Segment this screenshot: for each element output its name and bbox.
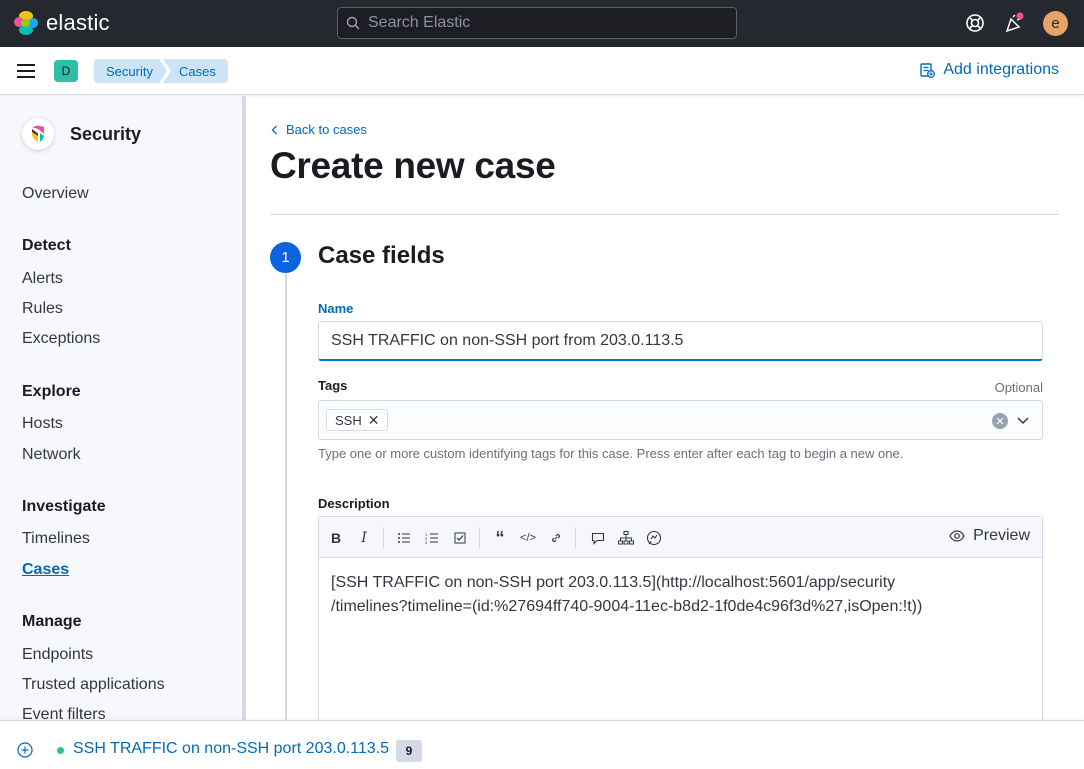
news-feed-icon[interactable] xyxy=(1004,12,1026,34)
sidebar-divider[interactable] xyxy=(242,96,246,720)
timeline-status-dot xyxy=(57,747,64,754)
security-logo-icon xyxy=(22,118,54,150)
insights-icon[interactable] xyxy=(645,529,663,547)
eye-icon xyxy=(949,530,965,542)
name-label: Name xyxy=(318,301,354,316)
top-header: elastic e xyxy=(0,0,1084,47)
link-icon[interactable] xyxy=(547,529,565,547)
preview-label: Preview xyxy=(973,527,1030,544)
step-number-badge: 1 xyxy=(270,242,301,273)
description-editor[interactable]: B I 123 “ </> Preview [SSH TRAFFIC on no… xyxy=(318,516,1043,726)
sidebar-item-hosts[interactable]: Hosts xyxy=(22,415,63,433)
side-navigation: Security Overview Detect Alerts Rules Ex… xyxy=(0,96,242,720)
sidebar-item-rules[interactable]: Rules xyxy=(22,300,63,318)
sidebar-item-exceptions[interactable]: Exceptions xyxy=(22,330,100,348)
preview-button[interactable]: Preview xyxy=(949,527,1030,545)
remove-tag-icon[interactable]: ✕ xyxy=(368,412,380,429)
tags-combobox[interactable]: SSH ✕ ✕ xyxy=(318,400,1043,440)
breadcrumb: Security Cases xyxy=(94,59,228,83)
chevron-left-icon xyxy=(271,125,277,134)
search-bar[interactable] xyxy=(337,7,737,39)
sub-header: D Security Cases Add integrations xyxy=(0,47,1084,95)
svg-text:3: 3 xyxy=(425,540,428,544)
search-input[interactable] xyxy=(368,14,708,32)
timeline-event-count-badge: 9 xyxy=(396,740,422,762)
space-avatar[interactable]: D xyxy=(54,60,78,82)
breadcrumb-cases[interactable]: Cases xyxy=(162,59,228,83)
integrations-icon xyxy=(920,63,936,78)
sidebar-group-detect: Detect xyxy=(22,237,71,254)
sidebar-item-cases[interactable]: Cases xyxy=(22,561,69,579)
sidebar-group-manage: Manage xyxy=(22,613,82,630)
page-title: Create new case xyxy=(270,145,556,186)
timeline-graph-icon[interactable] xyxy=(617,529,635,547)
step-title: Case fields xyxy=(318,242,445,269)
add-timeline-icon[interactable] xyxy=(17,742,33,758)
logo-text: elastic xyxy=(46,10,110,35)
comment-icon[interactable] xyxy=(589,529,607,547)
sidebar-group-explore: Explore xyxy=(22,383,81,400)
add-integrations-label: Add integrations xyxy=(943,61,1059,78)
quote-icon[interactable]: “ xyxy=(491,528,509,548)
chevron-down-icon[interactable] xyxy=(1016,413,1030,427)
numbered-list-icon[interactable]: 123 xyxy=(423,529,441,547)
sidebar-item-endpoints[interactable]: Endpoints xyxy=(22,646,93,664)
sidebar-item-event-filters[interactable]: Event filters xyxy=(22,706,106,720)
sidebar-item-trusted-applications[interactable]: Trusted applications xyxy=(22,676,165,694)
step-connector xyxy=(285,273,287,720)
tag-pill: SSH ✕ xyxy=(326,409,389,431)
user-avatar[interactable]: e xyxy=(1043,11,1068,36)
sidebar-group-investigate: Investigate xyxy=(22,498,106,515)
timeline-bottom-bar: SSH TRAFFIC on non-SSH port 203.0.113.5 … xyxy=(0,720,1084,769)
title-divider xyxy=(270,214,1059,215)
tags-optional-label: Optional xyxy=(994,380,1043,395)
sidebar-item-overview[interactable]: Overview xyxy=(22,185,89,203)
menu-icon[interactable] xyxy=(17,64,35,78)
sidebar-item-network[interactable]: Network xyxy=(22,446,81,464)
task-list-icon[interactable] xyxy=(451,529,469,547)
help-icon[interactable] xyxy=(964,12,986,34)
search-icon xyxy=(346,16,360,30)
elastic-logo[interactable]: elastic xyxy=(14,10,110,36)
description-line-2: /timelines?timeline=(id:%27694ff740-9004… xyxy=(331,598,923,615)
description-line-1: [SSH TRAFFIC on non-SSH port 203.0.113.5… xyxy=(331,574,896,591)
markdown-toolbar: B I 123 “ </> Preview xyxy=(319,517,1042,558)
tag-label: SSH xyxy=(335,412,362,428)
sidebar-title: Security xyxy=(70,124,142,144)
back-to-cases-link[interactable]: Back to cases xyxy=(271,122,367,137)
add-integrations-link[interactable]: Add integrations xyxy=(919,61,1059,79)
back-link-label: Back to cases xyxy=(286,122,367,137)
elastic-logo-icon xyxy=(14,11,38,35)
description-textarea[interactable]: [SSH TRAFFIC on non-SSH port 203.0.113.5… xyxy=(331,571,1031,619)
tags-label: Tags xyxy=(318,378,348,393)
bullet-list-icon[interactable] xyxy=(395,529,413,547)
clear-tags-icon[interactable]: ✕ xyxy=(992,413,1008,429)
description-label: Description xyxy=(318,496,390,511)
breadcrumb-security[interactable]: Security xyxy=(94,59,167,83)
sidebar-item-alerts[interactable]: Alerts xyxy=(22,270,63,288)
timeline-title-button[interactable]: SSH TRAFFIC on non-SSH port 203.0.113.5 xyxy=(73,740,389,758)
code-icon[interactable]: </> xyxy=(519,529,537,547)
bold-icon[interactable]: B xyxy=(327,529,345,547)
sidebar-item-timelines[interactable]: Timelines xyxy=(22,530,90,548)
name-field[interactable]: SSH TRAFFIC on non-SSH port from 203.0.1… xyxy=(318,321,1043,361)
tags-help-text: Type one or more custom identifying tags… xyxy=(318,446,904,461)
italic-icon[interactable]: I xyxy=(355,529,373,547)
